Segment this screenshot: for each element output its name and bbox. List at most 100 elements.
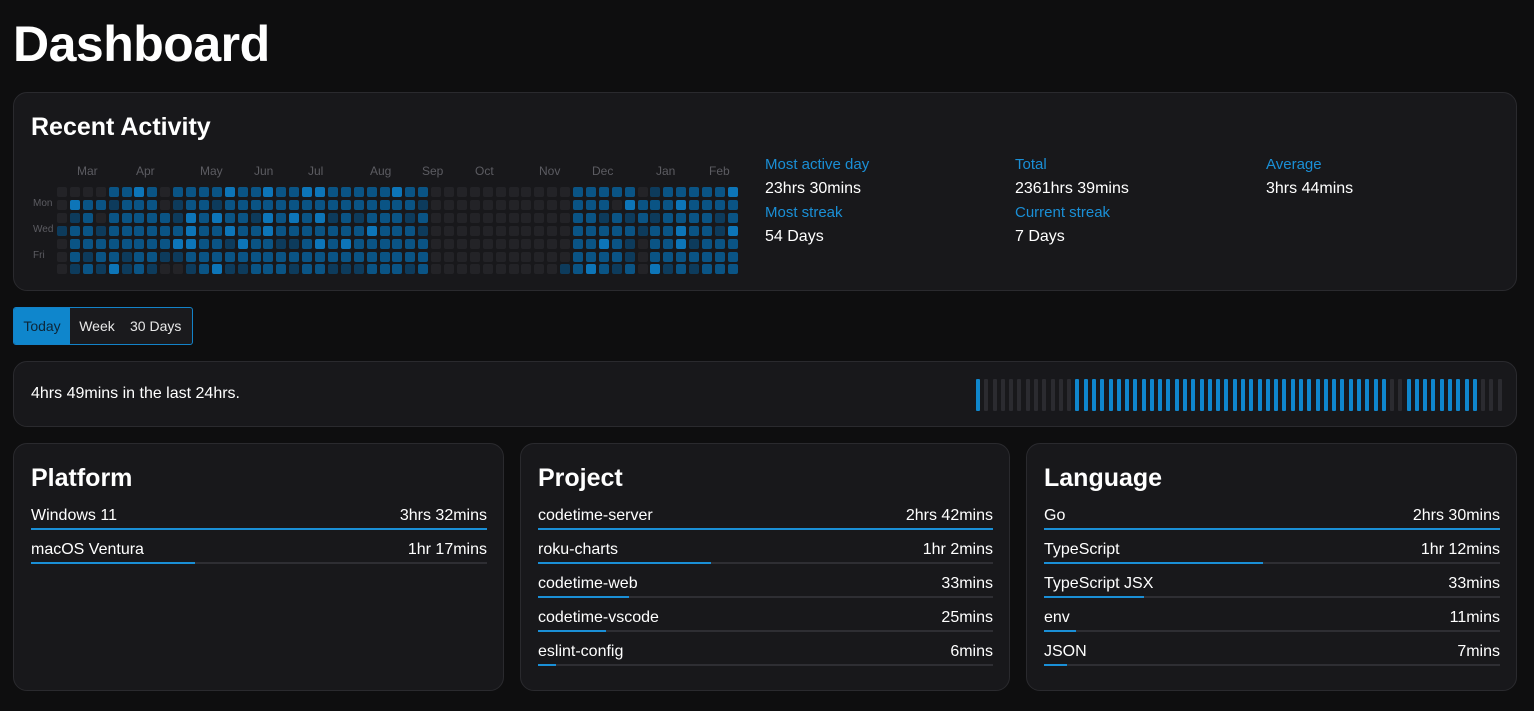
heatmap-cell [676, 212, 687, 223]
heatmap-cell [302, 264, 313, 275]
heatmap-cell [315, 238, 325, 249]
heatmap-cell [689, 187, 700, 197]
heatmap-cell [444, 251, 454, 262]
heatmap-cell [69, 187, 80, 197]
heatmap-cell [69, 199, 80, 210]
heatmap-cell [482, 264, 493, 275]
heatmap-cell [82, 187, 93, 197]
heatmap-cell [521, 212, 532, 223]
hour-bar [1365, 379, 1370, 411]
hour-bar [1125, 379, 1130, 411]
tab-30-days[interactable]: 30 Days [124, 308, 192, 344]
heatmap-cell [379, 187, 390, 197]
heatmap-cell [366, 212, 377, 223]
heatmap-cell [95, 251, 106, 262]
heatmap-cell [57, 264, 67, 275]
item-bar-track [1044, 528, 1500, 530]
heatmap-month-label: Dec [592, 164, 614, 178]
heatmap-cell [366, 187, 377, 197]
heatmap-cell [173, 238, 184, 249]
heatmap-cell [211, 187, 222, 197]
hour-bar [1067, 379, 1072, 411]
heatmap-cell [147, 251, 158, 262]
heatmap-cell [327, 251, 338, 262]
heatmap-cell [121, 264, 132, 275]
heatmap-cell [585, 264, 596, 275]
heatmap-cell [379, 251, 390, 262]
item-bar-fill [538, 528, 993, 530]
stat-value: 2361hrs 39mins [1015, 180, 1129, 197]
heatmap-cell [560, 238, 571, 249]
heatmap-cell [121, 212, 132, 223]
heatmap-cell [456, 238, 467, 249]
last-24hrs-card: 4hrs 49mins in the last 24hrs. [13, 361, 1517, 427]
list-item: roku-charts 1hr 2mins [538, 539, 993, 569]
item-bar-fill [538, 562, 711, 564]
heatmap-cell [418, 225, 429, 236]
item-bar-fill [538, 596, 629, 598]
item-bar-track [538, 596, 993, 598]
heatmap-cell [560, 187, 571, 197]
heatmap-cell [327, 225, 338, 236]
heatmap-cell [211, 238, 222, 249]
heatmap-cell [379, 225, 390, 236]
heatmap-cell [573, 199, 583, 210]
item-time: 25mins [941, 609, 993, 626]
heatmap-cell [57, 199, 67, 210]
heatmap-cell [302, 225, 313, 236]
hour-bar [1257, 379, 1262, 411]
heatmap-cell [263, 225, 274, 236]
heatmap-month-label: Nov [539, 164, 561, 178]
item-bar-track [31, 528, 487, 530]
heatmap-cell [340, 238, 351, 249]
heatmap-cell [508, 251, 519, 262]
heatmap-cell [315, 251, 325, 262]
page-title: Dashboard [13, 16, 270, 72]
stat-value: 23hrs 30mins [765, 180, 862, 197]
heatmap-cell [405, 199, 416, 210]
heatmap-month-label: Jun [254, 164, 274, 178]
heatmap-cell [211, 251, 222, 262]
platform-card: Platform Windows 11 3hrs 32mins macOS Ve… [13, 443, 504, 691]
heatmap-cell [57, 212, 67, 223]
hour-bar [1265, 379, 1270, 411]
tab-week[interactable]: Week [70, 308, 124, 344]
tab-today[interactable]: Today [14, 308, 70, 344]
heatmap-cell [702, 251, 712, 262]
item-bar-fill [1044, 630, 1076, 632]
item-time: 2hrs 42mins [905, 507, 993, 524]
heatmap-cell [469, 251, 480, 262]
language-card: Language Go 2hrs 30mins TypeScript 1hr 1… [1026, 443, 1517, 691]
hour-bar [992, 379, 997, 411]
heatmap-cell [495, 264, 506, 275]
hour-bar [1448, 379, 1453, 411]
hour-bar [1464, 379, 1469, 411]
item-name: JSON [1044, 643, 1087, 660]
heatmap-cell [650, 264, 661, 275]
heatmap-cell [237, 264, 248, 275]
heatmap-cell [315, 199, 325, 210]
heatmap-cell [289, 238, 300, 249]
heatmap-cell [134, 264, 145, 275]
heatmap-month-label: Aug [370, 164, 392, 178]
stat-label: Most active day [765, 156, 870, 173]
hour-bar [1381, 379, 1386, 411]
item-bar-fill [538, 664, 557, 666]
heatmap-cell [573, 251, 583, 262]
heatmap-cell [431, 264, 442, 275]
heatmap-cell [405, 251, 416, 262]
heatmap-cell [263, 199, 274, 210]
heatmap-cell [289, 264, 300, 275]
heatmap-cell [508, 187, 519, 197]
heatmap-cell [366, 238, 377, 249]
heatmap-cell [289, 225, 300, 236]
item-bar-track [538, 562, 993, 564]
heatmap-cell [134, 187, 145, 197]
heatmap-cell [598, 199, 609, 210]
heatmap-cell [95, 225, 106, 236]
heatmap-cell [263, 238, 274, 249]
heatmap-cell [108, 212, 119, 223]
heatmap-cell [637, 251, 648, 262]
heatmap-cell [585, 238, 596, 249]
heatmap-cell [147, 212, 158, 223]
